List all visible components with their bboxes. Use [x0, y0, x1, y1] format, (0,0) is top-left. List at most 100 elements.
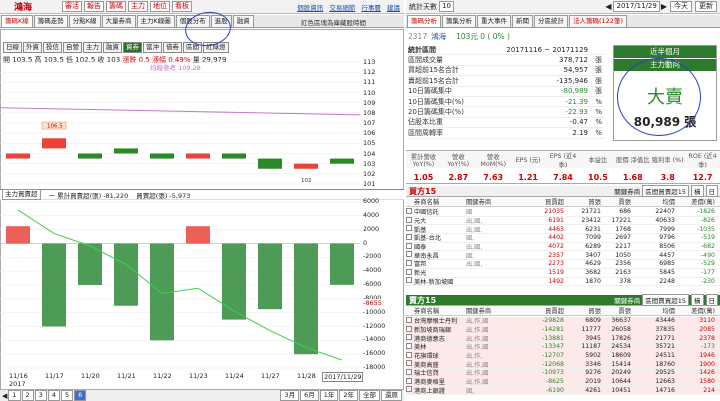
subtab-margin[interactable]: 融資 [103, 42, 122, 53]
row-checkbox[interactable] [406, 251, 412, 258]
page-1[interactable]: 1 [8, 390, 21, 401]
subtab-foreign[interactable]: 外資 [23, 42, 42, 53]
subtab-main[interactable]: 主力 [83, 42, 102, 53]
link-calendar[interactable]: 行事曆 [361, 4, 381, 12]
broker-cell: 華南永昌 [414, 252, 439, 260]
range-adjust[interactable]: 還原 [381, 390, 402, 401]
broker-cell: 出,作, [466, 353, 483, 361]
tab-collect-analysis[interactable]: 籌集分析 [442, 15, 476, 27]
range-6m[interactable]: 6月 [300, 390, 319, 401]
row-checkbox[interactable] [406, 386, 412, 393]
net-y-tick: -14000 [363, 336, 386, 344]
row-checkbox[interactable] [406, 225, 412, 232]
row-checkbox[interactable] [406, 233, 412, 240]
indicator-dropdown[interactable]: 主力買賣超 [2, 189, 41, 200]
row-checkbox[interactable] [406, 259, 412, 266]
today-button[interactable]: 今天 [670, 1, 692, 12]
tab-events[interactable]: 重大事件 [477, 15, 511, 27]
sell-horizontal-button[interactable]: 橫 [691, 294, 704, 306]
metric-header: EPS (元) [515, 157, 541, 164]
range-3m[interactable]: 3月 [280, 390, 300, 401]
link-trade-detail[interactable]: 交易細節 [329, 4, 355, 12]
tab-chip-analysis[interactable]: 籌碼分析 [407, 15, 441, 27]
header-button-5[interactable]: 地位 [150, 1, 171, 12]
days-select[interactable]: 10 [439, 1, 454, 12]
broker-cell: -13881 [542, 334, 564, 342]
next-day-icon[interactable]: ▶ [661, 2, 667, 11]
row-checkbox[interactable] [406, 216, 412, 223]
link-stock-info[interactable]: 個股資訊 [297, 4, 323, 12]
stock-name-right[interactable]: 鴻海 [431, 31, 446, 42]
row-checkbox[interactable] [406, 377, 412, 384]
row-checkbox-cell [406, 268, 414, 277]
tab-news[interactable]: 新聞 [512, 15, 533, 27]
row-checkbox[interactable] [406, 268, 412, 275]
subtab-trust[interactable]: 投信 [43, 42, 62, 53]
buy-range-select[interactable]: 區間買賣超15 [642, 185, 689, 197]
tab-big-broker[interactable]: 大量券商 [101, 15, 136, 27]
stat-unit: 張 [595, 66, 602, 75]
page-4[interactable]: 4 [47, 390, 60, 401]
broker-cell: 1900 [699, 360, 715, 368]
page-6[interactable]: 6 [74, 390, 87, 401]
tab-margin[interactable]: 融資 [232, 15, 254, 27]
row-checkbox[interactable] [406, 277, 412, 284]
stat-row: 10日籌碼集中 -80,989 張 [408, 87, 604, 97]
page-3[interactable]: 3 [34, 390, 47, 401]
tab-chip-k[interactable]: 籌碼K線 [1, 15, 33, 27]
refresh-button[interactable]: 更新 [695, 1, 717, 12]
broker-row[interactable]: 港商上銀證 國, -6190 4261 10451 14716 214 [406, 386, 720, 396]
date-field[interactable]: 2017/11/29 [613, 1, 660, 12]
broker-cell: 4072 [548, 243, 564, 251]
buy-table-columns: 券商名稱 關鍵券商 買賣超 買張 賣張 均價 差價(萬) [406, 197, 720, 207]
broker-cell: 2273 [548, 260, 564, 268]
link-suggest[interactable]: 建議 [387, 4, 400, 12]
subtab-short[interactable]: 資券 [123, 42, 142, 53]
broker-cell: -12707 [542, 352, 564, 360]
row-checkbox[interactable] [406, 242, 412, 249]
broker-cell: 出,國, [466, 261, 483, 269]
x-tick: 11/23 [189, 372, 208, 380]
price-candle [114, 148, 138, 154]
range-1y[interactable]: 1年 [319, 390, 339, 401]
subtab-day[interactable]: 日線 [3, 42, 22, 53]
stat-key: 20日籌碼集中(%) [408, 108, 465, 117]
sell-day-button[interactable]: 日 [705, 294, 718, 306]
page-5[interactable]: 5 [60, 390, 74, 401]
tab-chip-trend[interactable]: 籌碼走勢 [33, 15, 68, 27]
header-button-1[interactable]: 審活 [62, 1, 83, 12]
range-2y[interactable]: 2年 [339, 390, 358, 401]
header-button-6[interactable]: 看板 [172, 1, 193, 12]
tab-institutional[interactable]: 法人籌碼(122筆) [569, 15, 627, 27]
broker-cell: 686 [619, 208, 631, 216]
row-checkbox[interactable] [406, 360, 412, 367]
tab-branch-k[interactable]: 分點K線 [68, 15, 101, 27]
row-checkbox[interactable] [406, 351, 412, 358]
prev-icon[interactable]: ◀ [2, 392, 7, 400]
row-checkbox[interactable] [406, 342, 412, 349]
subtab-daytrade[interactable]: 當沖 [143, 42, 162, 53]
header-button-2[interactable]: 報告 [84, 1, 105, 12]
sell-range-select[interactable]: 區間賣買超15 [642, 294, 689, 306]
prev-day-icon[interactable]: ◀ [605, 2, 611, 11]
broker-cell: 29525 [655, 369, 675, 377]
range-all[interactable]: 全部 [359, 390, 380, 401]
metric-header: 股價 淨值比 [616, 157, 650, 164]
broker-cell: 2085 [699, 326, 715, 334]
row-checkbox[interactable] [406, 368, 412, 375]
header-button-4[interactable]: 主力 [128, 1, 149, 12]
page-2[interactable]: 2 [21, 390, 34, 401]
subtab-lending[interactable]: 借券 [163, 42, 182, 53]
tab-main-k[interactable]: 主力K線圖 [136, 15, 175, 27]
header-button-3[interactable]: 籌碼 [106, 1, 127, 12]
row-checkbox[interactable] [406, 325, 412, 332]
subtab-dealer[interactable]: 自營 [63, 42, 82, 53]
price-y-tick: 109 [363, 98, 376, 107]
broker-row[interactable]: 美林-新加坡國 1492 1870 378 2248 -230 [406, 277, 720, 287]
buy-day-button[interactable]: 日 [705, 185, 718, 197]
tab-region-stats[interactable]: 分區統計 [534, 15, 568, 27]
row-checkbox[interactable] [406, 207, 412, 214]
row-checkbox[interactable] [406, 316, 412, 323]
row-checkbox[interactable] [406, 334, 412, 341]
buy-horizontal-button[interactable]: 橫 [691, 185, 704, 197]
